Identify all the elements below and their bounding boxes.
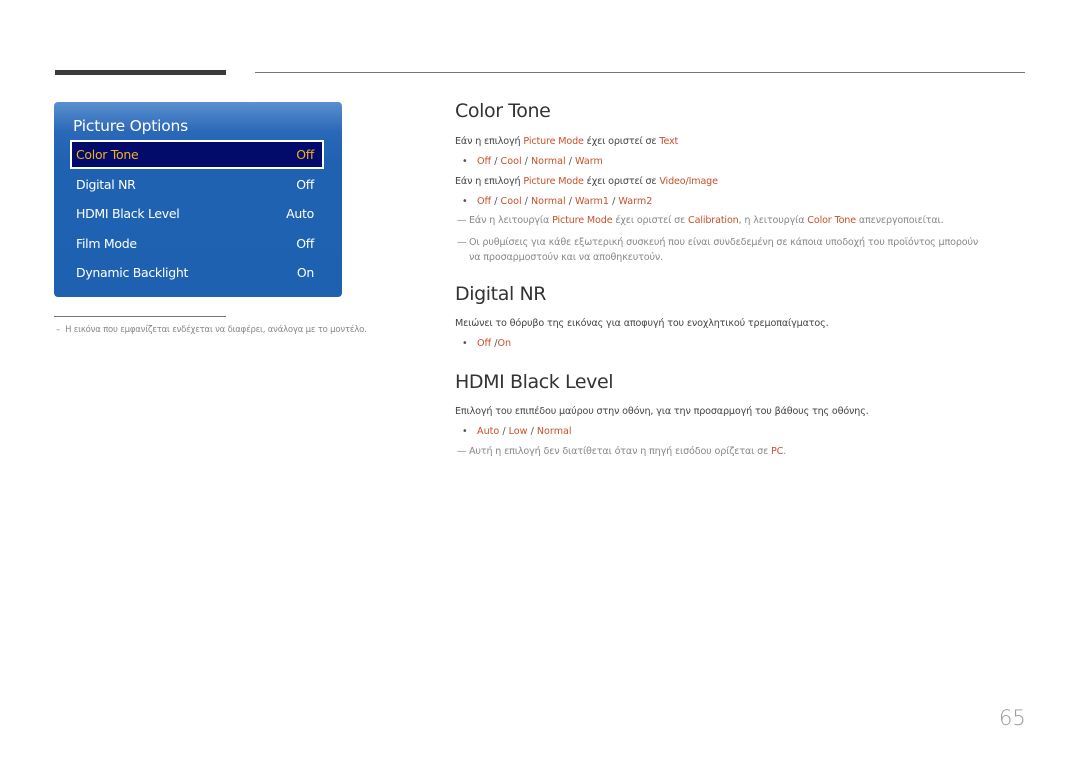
menu-item-value: On — [296, 265, 314, 280]
option: Cool — [500, 196, 522, 207]
menu-item-dynamic-backlight[interactable]: Dynamic Backlight On — [70, 259, 324, 286]
option: Normal — [530, 196, 566, 207]
menu-item-label: HDMI Black Level — [76, 206, 180, 221]
color-tone-condition-video: Εάν η επιλογή Picture Mode έχει οριστεί … — [455, 176, 718, 187]
text: Εάν η λειτουργία — [469, 215, 553, 226]
separator: / — [491, 196, 501, 207]
bullet-icon: • — [462, 338, 468, 349]
footnote-rule — [54, 316, 226, 317]
menu-item-label: Film Mode — [76, 236, 137, 251]
highlight-text-mode: Text — [659, 136, 679, 147]
menu-item-value: Off — [296, 236, 314, 251]
highlight-pc: PC — [771, 446, 784, 457]
option: Warm2 — [618, 196, 653, 207]
text: Εάν η επιλογή — [455, 176, 524, 187]
separator: / — [565, 196, 576, 207]
digital-nr-options: • Off /On — [462, 338, 511, 349]
option: Off — [477, 338, 492, 349]
digital-nr-description: Μειώνει το θόρυβο της εικόνας για αποφυγ… — [455, 318, 829, 329]
option: Cool — [500, 156, 522, 167]
section-title-hdmi-black-level: HDMI Black Level — [455, 371, 614, 393]
option: Warm — [575, 156, 603, 167]
menu-item-label: Digital NR — [76, 177, 136, 192]
bullet-icon: • — [462, 426, 468, 437]
text: Αυτή η επιλογή δεν διατίθεται όταν η πηγ… — [469, 446, 772, 457]
highlight: Color Tone — [807, 215, 856, 226]
text: , η λειτουργία — [738, 215, 808, 226]
text: έχει οριστεί σε — [612, 215, 689, 226]
menu-item-label: Color Tone — [76, 147, 139, 162]
separator: / — [521, 156, 531, 167]
section-title-color-tone: Color Tone — [455, 100, 551, 122]
option: Off — [477, 196, 492, 207]
highlight: Picture Mode — [552, 215, 613, 226]
highlight: Calibration — [688, 215, 739, 226]
separator: / — [521, 196, 531, 207]
option: Normal — [530, 156, 566, 167]
color-tone-options-video: • Off / Cool / Normal / Warm1 / Warm2 — [462, 196, 652, 207]
color-tone-note-devices: — Οι ρυθμίσεις για κάθε εξωτερική συσκευή… — [457, 235, 978, 265]
text: απενεργοποιείται. — [855, 215, 944, 226]
text: έχει οριστεί σε — [583, 176, 660, 187]
highlight-video-image: Video/Image — [659, 176, 718, 187]
image-footnote: – Η εικόνα που εμφανίζεται ενδέχεται να … — [56, 325, 367, 335]
option: Off — [477, 156, 492, 167]
note-dash-icon: — — [457, 446, 467, 457]
note-dash-icon: — — [457, 215, 467, 226]
highlight-picture-mode: Picture Mode — [523, 176, 584, 187]
text: να προσαρμοστούν και να αποθηκευτούν. — [469, 252, 663, 263]
hdmi-black-options: • Auto / Low / Normal — [462, 426, 572, 437]
footnote-text: Η εικόνα που εμφανίζεται ενδέχεται να δι… — [65, 325, 367, 335]
bullet-icon: • — [462, 196, 468, 207]
color-tone-note-calibration: — Εάν η λειτουργία Picture Mode έχει ορισ… — [457, 215, 944, 226]
page-number: 65 — [999, 706, 1026, 730]
option: Normal — [536, 426, 572, 437]
menu-item-digital-nr[interactable]: Digital NR Off — [70, 171, 324, 198]
menu-item-hdmi-black-level[interactable]: HDMI Black Level Auto — [70, 200, 324, 227]
picture-options-menu: Picture Options Color Tone Off Digital N… — [54, 102, 342, 297]
separator: / — [609, 196, 619, 207]
hdmi-black-description: Επιλογή του επιπέδου μαύρου στην οθόνη, … — [455, 406, 869, 417]
menu-item-value: Off — [296, 147, 314, 162]
separator: / — [491, 156, 501, 167]
menu-item-value: Auto — [286, 206, 314, 221]
option: Auto — [477, 426, 500, 437]
separator: / — [565, 156, 576, 167]
highlight-picture-mode: Picture Mode — [523, 136, 584, 147]
note-dash-icon: — — [457, 237, 467, 248]
separator: / — [499, 426, 509, 437]
option: On — [497, 338, 512, 349]
header-rule-thick — [55, 70, 226, 75]
bullet-icon: • — [462, 156, 468, 167]
text: Εάν η επιλογή — [455, 136, 524, 147]
section-title-digital-nr: Digital NR — [455, 283, 547, 305]
separator: / — [527, 426, 537, 437]
color-tone-options-text: • Off / Cool / Normal / Warm — [462, 156, 603, 167]
text: Οι ρυθμίσεις για κάθε εξωτερική συσκευή … — [469, 237, 979, 248]
footnote-dash: – — [56, 325, 61, 335]
text: . — [783, 446, 787, 457]
color-tone-condition-text: Εάν η επιλογή Picture Mode έχει οριστεί … — [455, 136, 678, 147]
option: Low — [508, 426, 528, 437]
header-rule-thin — [255, 72, 1025, 73]
hdmi-black-note: — Αυτή η επιλογή δεν διατίθεται όταν η πη… — [457, 446, 786, 457]
menu-item-label: Dynamic Backlight — [76, 265, 189, 280]
option: Warm1 — [575, 196, 610, 207]
menu-item-film-mode[interactable]: Film Mode Off — [70, 230, 324, 257]
text: έχει οριστεί σε — [583, 136, 660, 147]
menu-item-color-tone[interactable]: Color Tone Off — [70, 140, 324, 169]
menu-item-value: Off — [296, 177, 314, 192]
menu-title: Picture Options — [73, 117, 189, 135]
